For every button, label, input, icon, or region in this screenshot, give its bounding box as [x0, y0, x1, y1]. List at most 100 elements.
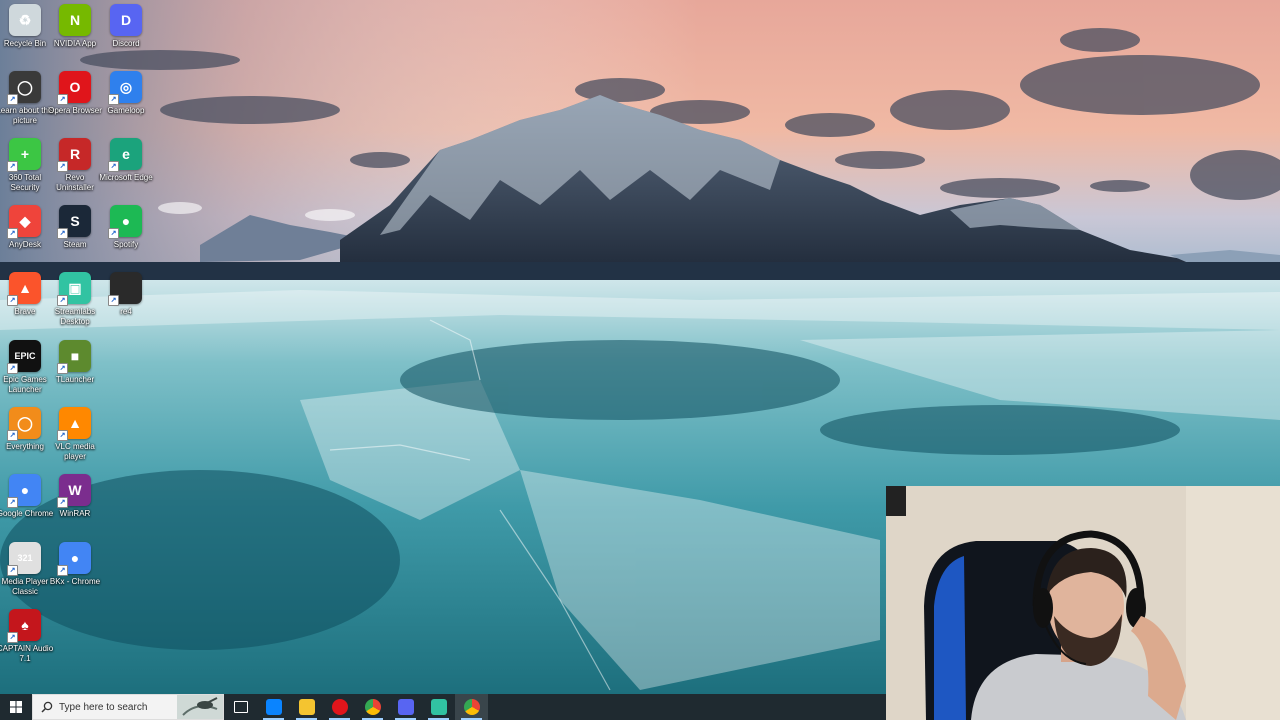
shortcut-arrow-icon: ↗: [57, 94, 68, 105]
spotify-icon: ● ↗: [108, 205, 142, 239]
desktop-icon-spotify[interactable]: ● ↗ Spotify: [101, 205, 151, 269]
desktop-icon-learn-picture[interactable]: ◯ ↗ Learn about this picture: [0, 71, 54, 135]
shortcut-arrow-icon: ↗: [108, 228, 119, 239]
search-icon: [41, 701, 53, 713]
captain-audio-icon: ♠ ↗: [7, 609, 41, 643]
shortcut-arrow-icon: ↗: [57, 363, 68, 374]
desktop-icon-label: WinRAR: [59, 509, 91, 518]
desktop-icon-winrar[interactable]: W ↗ WinRAR: [50, 474, 100, 538]
desktop-icon-gameloop[interactable]: ◎ ↗ Gameloop: [101, 71, 151, 135]
taskbar-streamlabs-button[interactable]: [422, 694, 455, 720]
desktop-icon-vlc[interactable]: ▲ ↗ VLC media player: [50, 407, 100, 471]
shortcut-arrow-icon: ↗: [57, 497, 68, 508]
desktop-icon-label: Revo Uninstaller: [56, 173, 94, 192]
desktop-icon-security-360[interactable]: + ↗ 360 Total Security: [0, 138, 50, 202]
discord-icon: [397, 699, 414, 715]
steam-icon: S ↗: [57, 205, 91, 239]
desktop-icon-media-player-classic[interactable]: 321 ↗ Media Player Classic: [0, 542, 50, 606]
taskbar-pinned-apps: [224, 694, 488, 720]
shortcut-arrow-icon: ↗: [7, 497, 18, 508]
taskbar-chrome-button[interactable]: [356, 694, 389, 720]
shortcut-arrow-icon: ↗: [7, 430, 18, 441]
re4-icon: ↗: [108, 272, 142, 306]
desktop-icon-captain-audio[interactable]: ♠ ↗ CAPTAIN Audio 7.1: [0, 609, 53, 673]
shortcut-arrow-icon: ↗: [57, 161, 68, 172]
edge-icon: e ↗: [108, 138, 142, 172]
media-player-classic-icon: 321 ↗: [7, 542, 41, 576]
desktop-icon-streamlabs[interactable]: ▣ ↗ Streamlabs Desktop: [50, 272, 100, 336]
taskbar-task-view-button[interactable]: [224, 694, 257, 720]
taskbar-discord-button[interactable]: [389, 694, 422, 720]
nvidia-icon: N: [59, 4, 91, 36]
recycle-bin-icon: ♻: [9, 4, 41, 36]
taskbar-opera-button[interactable]: [323, 694, 356, 720]
file-explorer-icon: [298, 699, 315, 715]
shortcut-arrow-icon: ↗: [7, 565, 18, 576]
taskbar: Type here to search: [0, 694, 886, 720]
anydesk-icon: ◆ ↗: [7, 205, 41, 239]
desktop-icon-brave[interactable]: ▲ ↗ Brave: [0, 272, 50, 336]
desktop-icon-everything[interactable]: ◯ ↗ Everything: [0, 407, 50, 471]
task-view-icon: [233, 701, 248, 713]
taskbar-chrome-profile-button[interactable]: [455, 694, 488, 720]
windows-logo-icon: [10, 701, 22, 713]
desktop-icon-nvidia[interactable]: N NVIDIA App: [50, 4, 100, 68]
desktop-icon-label: Steam: [63, 240, 87, 249]
desktop-icon-label: Opera Browser: [48, 106, 102, 115]
opera-icon: O ↗: [57, 71, 91, 105]
desktop-icon-label: re4: [120, 307, 132, 316]
desktop-icon-label: Spotify: [113, 240, 139, 249]
shortcut-arrow-icon: ↗: [108, 161, 119, 172]
desktop-icon-opera[interactable]: O ↗ Opera Browser: [48, 71, 102, 135]
search-highlight-bird-icon: [177, 695, 223, 719]
chrome-icon: ● ↗: [7, 474, 41, 508]
shortcut-arrow-icon: ↗: [7, 632, 18, 643]
desktop-icon-chrome[interactable]: ● ↗ Google Chrome: [0, 474, 53, 538]
shortcut-arrow-icon: ↗: [57, 430, 68, 441]
desktop-icon-re4[interactable]: ↗ re4: [101, 272, 151, 336]
desktop-icon-edge[interactable]: e ↗ Microsoft Edge: [99, 138, 153, 202]
desktop-icon-label: Discord: [112, 39, 140, 48]
desktop-icon-label: Streamlabs Desktop: [54, 307, 96, 326]
shortcut-arrow-icon: ↗: [7, 363, 18, 374]
learn-picture-icon: ◯ ↗: [7, 71, 41, 105]
desktop-icon-discord[interactable]: D Discord: [101, 4, 151, 68]
tlauncher-icon: ■ ↗: [57, 340, 91, 374]
shortcut-arrow-icon: ↗: [7, 295, 18, 306]
winrar-icon: W ↗: [57, 474, 91, 508]
shortcut-arrow-icon: ↗: [57, 228, 68, 239]
epic-games-icon: EPIC ↗: [7, 340, 41, 374]
taskbar-microsoft-store-button[interactable]: [257, 694, 290, 720]
desktop-icon-steam[interactable]: S ↗ Steam: [50, 205, 100, 269]
revo-uninstaller-icon: R ↗: [57, 138, 91, 172]
desktop-icon-label: NVIDIA App: [53, 39, 97, 48]
desktop-icon-label: BKx - Chrome: [49, 577, 101, 586]
start-button[interactable]: [0, 694, 32, 720]
desktop-icon-label: Microsoft Edge: [99, 173, 153, 182]
desktop-icon-label: VLC media player: [55, 442, 95, 461]
taskbar-search-box[interactable]: Type here to search: [32, 694, 224, 720]
webcam-overlay: [886, 486, 1280, 720]
shortcut-arrow-icon: ↗: [57, 565, 68, 576]
discord-icon: D: [110, 4, 142, 36]
brave-icon: ▲ ↗: [7, 272, 41, 306]
gameloop-icon: ◎ ↗: [108, 71, 142, 105]
microsoft-store-icon: [265, 699, 282, 715]
desktop-icon-tlauncher[interactable]: ■ ↗ TLauncher: [50, 340, 100, 404]
chrome-profile-icon: ● ↗: [57, 542, 91, 576]
chrome-profile-icon: [463, 699, 480, 715]
desktop-icon-revo-uninstaller[interactable]: R ↗ Revo Uninstaller: [50, 138, 100, 202]
desktop-icon-chrome-profile[interactable]: ● ↗ BKx - Chrome: [50, 542, 100, 606]
streamlabs-icon: [430, 699, 447, 715]
taskbar-file-explorer-button[interactable]: [290, 694, 323, 720]
desktop-icon-recycle-bin[interactable]: ♻ Recycle Bin: [0, 4, 50, 68]
desktop-icon-epic-games[interactable]: EPIC ↗ Epic Games Launcher: [0, 340, 50, 404]
desktop-icon-label: CAPTAIN Audio 7.1: [0, 644, 54, 663]
desktop-icon-anydesk[interactable]: ◆ ↗ AnyDesk: [0, 205, 50, 269]
desktop-icon-label: Gameloop: [107, 106, 145, 115]
shortcut-arrow-icon: ↗: [7, 161, 18, 172]
streamlabs-icon: ▣ ↗: [57, 272, 91, 306]
shortcut-arrow-icon: ↗: [7, 94, 18, 105]
security-360-icon: + ↗: [7, 138, 41, 172]
chrome-icon: [364, 699, 381, 715]
